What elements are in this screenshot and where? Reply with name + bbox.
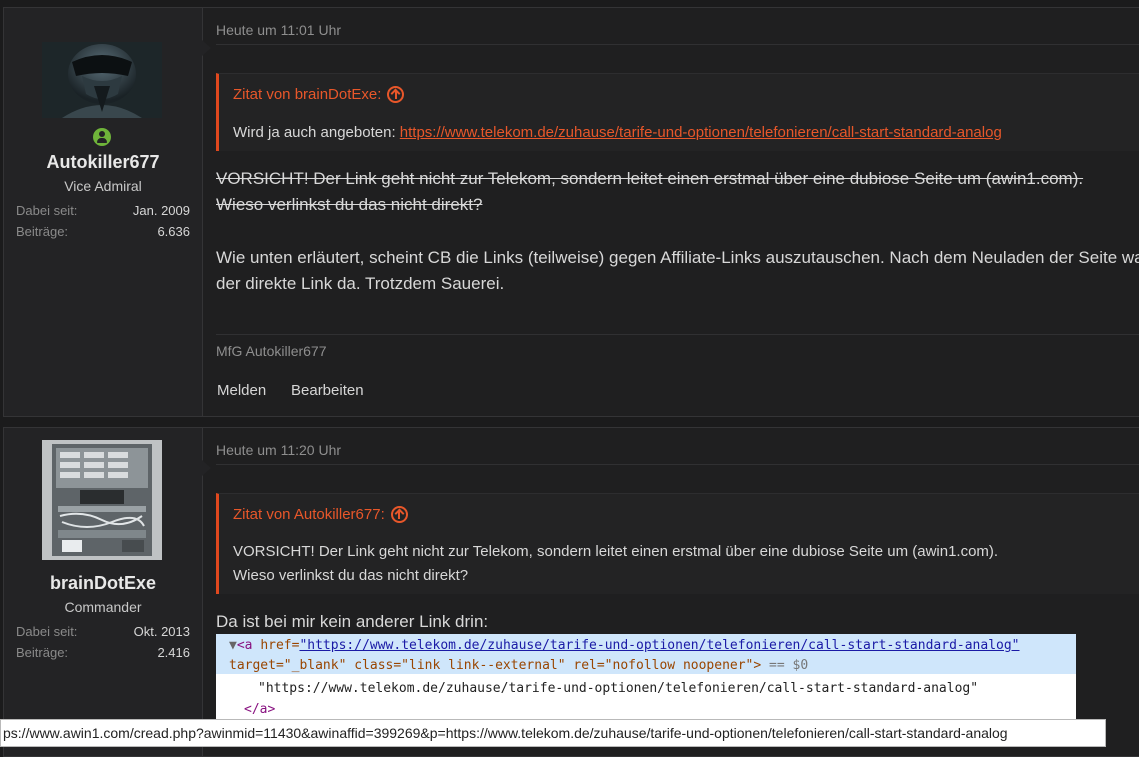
strike-line-1: VORSICHT! Der Link geht nicht zur Teleko… <box>216 169 1084 188</box>
devtools-screenshot: ▼<a href="https://www.telekom.de/zuhause… <box>216 634 1076 724</box>
devtools-line-1: ▼<a href="https://www.telekom.de/zuhause… <box>229 638 1020 653</box>
devtools-line-3: "https://www.telekom.de/zuhause/tarife-u… <box>258 681 979 696</box>
quote-prefix: Wird ja auch angeboten: <box>233 124 400 141</box>
post-content: Heute um 11:01 Uhr Zitat von brainDotExe… <box>216 8 1139 416</box>
post-date[interactable]: Heute um 11:20 Uhr <box>216 442 341 458</box>
signature-divider <box>216 334 1139 335</box>
stat-value: 2.416 <box>157 645 190 660</box>
stat-posts: Beiträge: 6.636 <box>16 224 190 239</box>
body-line-1: Da ist bei mir kein anderer Link drin: <box>216 612 489 631</box>
dt-attr-href: href= <box>260 638 300 653</box>
quote-text: Wird ja auch angeboten: https://www.tele… <box>233 121 1139 145</box>
dt-tag-open: <a <box>236 638 261 653</box>
post-content: Heute um 11:20 Uhr Zitat von Autokiller6… <box>216 428 1139 756</box>
user-cell: brainDotExe Commander Dabei seit: Okt. 2… <box>4 428 211 756</box>
stat-value: Okt. 2013 <box>133 624 190 639</box>
post-braindotexe: brainDotExe Commander Dabei seit: Okt. 2… <box>3 427 1139 757</box>
devtools-line-4: </a> <box>244 702 276 717</box>
post-autokiller677: Autokiller677 Vice Admiral Dabei seit: J… <box>3 7 1139 417</box>
dt-eq: == $0 <box>761 658 809 673</box>
quote-link[interactable]: https://www.telekom.de/zuhause/tarife-un… <box>400 124 1002 141</box>
divider <box>216 44 1139 45</box>
quote-block: Zitat von brainDotExe: Wird ja auch ange… <box>216 73 1139 151</box>
stat-posts: Beiträge: 2.416 <box>16 645 190 660</box>
report-button[interactable]: Melden <box>217 382 266 399</box>
quote-author: Zitat von brainDotExe: <box>233 86 382 103</box>
body-line-2: der direkte Link da. Trotzdem Sauerei. <box>216 274 505 293</box>
avatar[interactable] <box>42 42 162 118</box>
online-status-icon <box>93 128 111 146</box>
stat-value: 6.636 <box>157 224 190 239</box>
quote-header[interactable]: Zitat von Autokiller677: <box>233 506 408 523</box>
devtools-line-2: target="_blank" class="link link--extern… <box>229 658 808 673</box>
quote-author: Zitat von Autokiller677: <box>233 506 385 523</box>
dt-href-value: "https://www.telekom.de/zuhause/tarife-u… <box>299 638 1020 653</box>
edit-button[interactable]: Bearbeiten <box>291 382 364 399</box>
quote-line-2: Wieso verlinkst du das nicht direkt? <box>233 567 469 584</box>
post-date[interactable]: Heute um 11:01 Uhr <box>216 22 341 38</box>
browser-status-bar: ps://www.awin1.com/cread.php?awinmid=114… <box>0 719 1106 747</box>
quote-line-1: VORSICHT! Der Link geht nicht zur Teleko… <box>233 543 999 560</box>
stat-label: Beiträge: <box>16 224 69 239</box>
stat-joined: Dabei seit: Okt. 2013 <box>16 624 190 639</box>
quote-header[interactable]: Zitat von brainDotExe: <box>233 86 405 103</box>
signature: MfG Autokiller677 <box>216 343 327 359</box>
stat-value: Jan. 2009 <box>132 203 190 218</box>
arrow-up-circle-icon[interactable] <box>390 506 408 523</box>
stat-joined: Dabei seit: Jan. 2009 <box>16 203 190 218</box>
user-title: Commander <box>64 599 142 615</box>
expand-triangle-icon: ▼ <box>229 638 237 653</box>
quote-block: Zitat von Autokiller677: VORSICHT! Der L… <box>216 493 1139 594</box>
body-line-1: Wie unten erläutert, scheint CB die Link… <box>216 248 1139 267</box>
stat-label: Dabei seit: <box>16 624 78 639</box>
username[interactable]: brainDotExe <box>4 573 202 594</box>
strike-line-2: Wieso verlinkst du das nicht direkt? <box>216 195 483 214</box>
avatar[interactable] <box>42 440 162 560</box>
username[interactable]: Autokiller677 <box>4 152 202 173</box>
user-cell: Autokiller677 Vice Admiral Dabei seit: J… <box>4 8 211 416</box>
user-title: Vice Admiral <box>64 178 142 194</box>
stat-label: Beiträge: <box>16 645 69 660</box>
divider <box>216 464 1139 465</box>
stat-label: Dabei seit: <box>16 203 78 218</box>
arrow-up-circle-icon[interactable] <box>387 86 405 103</box>
dt-attrs: target="_blank" class="link link--extern… <box>229 658 762 673</box>
